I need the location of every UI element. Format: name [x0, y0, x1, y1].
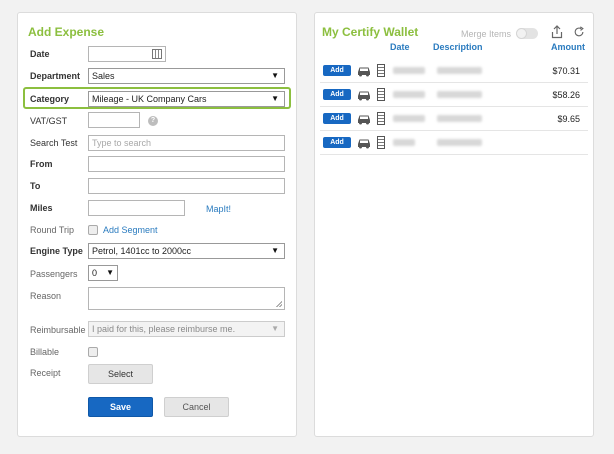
blurred-date [393, 91, 425, 98]
category-value: Mileage - UK Company Cars [92, 94, 207, 104]
column-header-description[interactable]: Description [433, 42, 483, 52]
wallet-row: Add $58.26 [320, 85, 588, 107]
to-label: To [30, 181, 41, 191]
category-label: Category [30, 94, 70, 104]
department-value: Sales [92, 71, 115, 81]
row-amount: $58.26 [552, 90, 580, 100]
mapit-link[interactable]: MapIt! [206, 204, 231, 214]
blurred-description [437, 115, 482, 122]
round-trip-label: Round Trip [30, 225, 75, 235]
refresh-icon[interactable] [573, 25, 585, 39]
car-icon [358, 139, 370, 149]
blurred-description [437, 67, 482, 74]
reimbursable-select[interactable]: I paid for this, please reimburse me. ▼ [88, 321, 285, 337]
passengers-value: 0 [92, 268, 98, 278]
add-expense-title: Add Expense [28, 25, 105, 39]
add-segment-link[interactable]: Add Segment [103, 225, 158, 235]
receipt-icon[interactable] [377, 136, 385, 149]
add-button[interactable]: Add [323, 113, 351, 124]
wallet-title: My Certify Wallet [322, 25, 419, 39]
chevron-down-icon: ▼ [271, 324, 279, 333]
vat-field[interactable] [88, 112, 140, 128]
receipt-icon[interactable] [377, 112, 385, 125]
row-amount: $9.65 [557, 114, 580, 124]
wallet-panel: My Certify Wallet Merge Items Date Descr… [314, 12, 594, 437]
engine-label: Engine Type [30, 246, 83, 256]
chevron-down-icon: ▼ [271, 71, 279, 80]
reason-label: Reason [30, 291, 62, 301]
resize-handle-icon[interactable] [276, 301, 282, 307]
miles-field[interactable] [88, 200, 185, 216]
round-trip-checkbox[interactable] [88, 225, 98, 235]
add-button[interactable]: Add [323, 89, 351, 100]
chevron-down-icon: ▼ [271, 94, 279, 103]
date-label: Date [30, 49, 50, 59]
blurred-date [393, 115, 425, 122]
blurred-date [393, 67, 425, 74]
save-button[interactable]: Save [88, 397, 153, 417]
chevron-down-icon: ▼ [106, 268, 114, 277]
blurred-date [393, 139, 415, 146]
add-button[interactable]: Add [323, 137, 351, 148]
date-field[interactable] [88, 46, 166, 62]
wallet-row: Add $9.65 [320, 109, 588, 131]
receipt-label: Receipt [30, 368, 61, 378]
search-label: Search Test [30, 138, 78, 148]
wallet-row: Add $70.31 [320, 61, 588, 83]
from-label: From [30, 159, 53, 169]
row-amount: $70.31 [552, 66, 580, 76]
department-select[interactable]: Sales ▼ [88, 68, 285, 84]
reason-textarea[interactable] [88, 287, 285, 310]
select-receipt-button[interactable]: Select [88, 364, 153, 384]
help-icon[interactable]: ? [148, 116, 158, 126]
engine-value: Petrol, 1401cc to 2000cc [92, 246, 192, 256]
reimbursable-label: Reimbursable [30, 325, 86, 335]
search-input[interactable]: Type to search [88, 135, 285, 151]
car-icon [358, 67, 370, 77]
add-button[interactable]: Add [323, 65, 351, 76]
cancel-button[interactable]: Cancel [164, 397, 229, 417]
calendar-icon[interactable] [152, 49, 162, 59]
chevron-down-icon: ▼ [271, 246, 279, 255]
merge-items-label: Merge Items [461, 29, 512, 39]
car-icon [358, 91, 370, 101]
wallet-row: Add [320, 133, 588, 155]
reimbursable-value: I paid for this, please reimburse me. [92, 324, 236, 334]
billable-label: Billable [30, 347, 60, 357]
passengers-select[interactable]: 0 ▼ [88, 265, 118, 281]
blurred-description [437, 139, 482, 146]
merge-items-toggle[interactable] [516, 28, 538, 39]
car-icon [358, 115, 370, 125]
to-field[interactable] [88, 178, 285, 194]
miles-label: Miles [30, 203, 53, 213]
share-icon[interactable] [551, 25, 563, 39]
blurred-description [437, 91, 482, 98]
passengers-label: Passengers [30, 269, 78, 279]
from-field[interactable] [88, 156, 285, 172]
billable-checkbox[interactable] [88, 347, 98, 357]
column-header-date[interactable]: Date [390, 42, 410, 52]
add-expense-panel: Add Expense Date Department Sales ▼ Cate… [17, 12, 297, 437]
engine-select[interactable]: Petrol, 1401cc to 2000cc ▼ [88, 243, 285, 259]
column-header-amount[interactable]: Amount [551, 42, 585, 52]
vat-label: VAT/GST [30, 116, 68, 126]
receipt-icon[interactable] [377, 88, 385, 101]
category-select[interactable]: Mileage - UK Company Cars ▼ [88, 91, 285, 107]
receipt-icon[interactable] [377, 64, 385, 77]
department-label: Department [30, 71, 81, 81]
